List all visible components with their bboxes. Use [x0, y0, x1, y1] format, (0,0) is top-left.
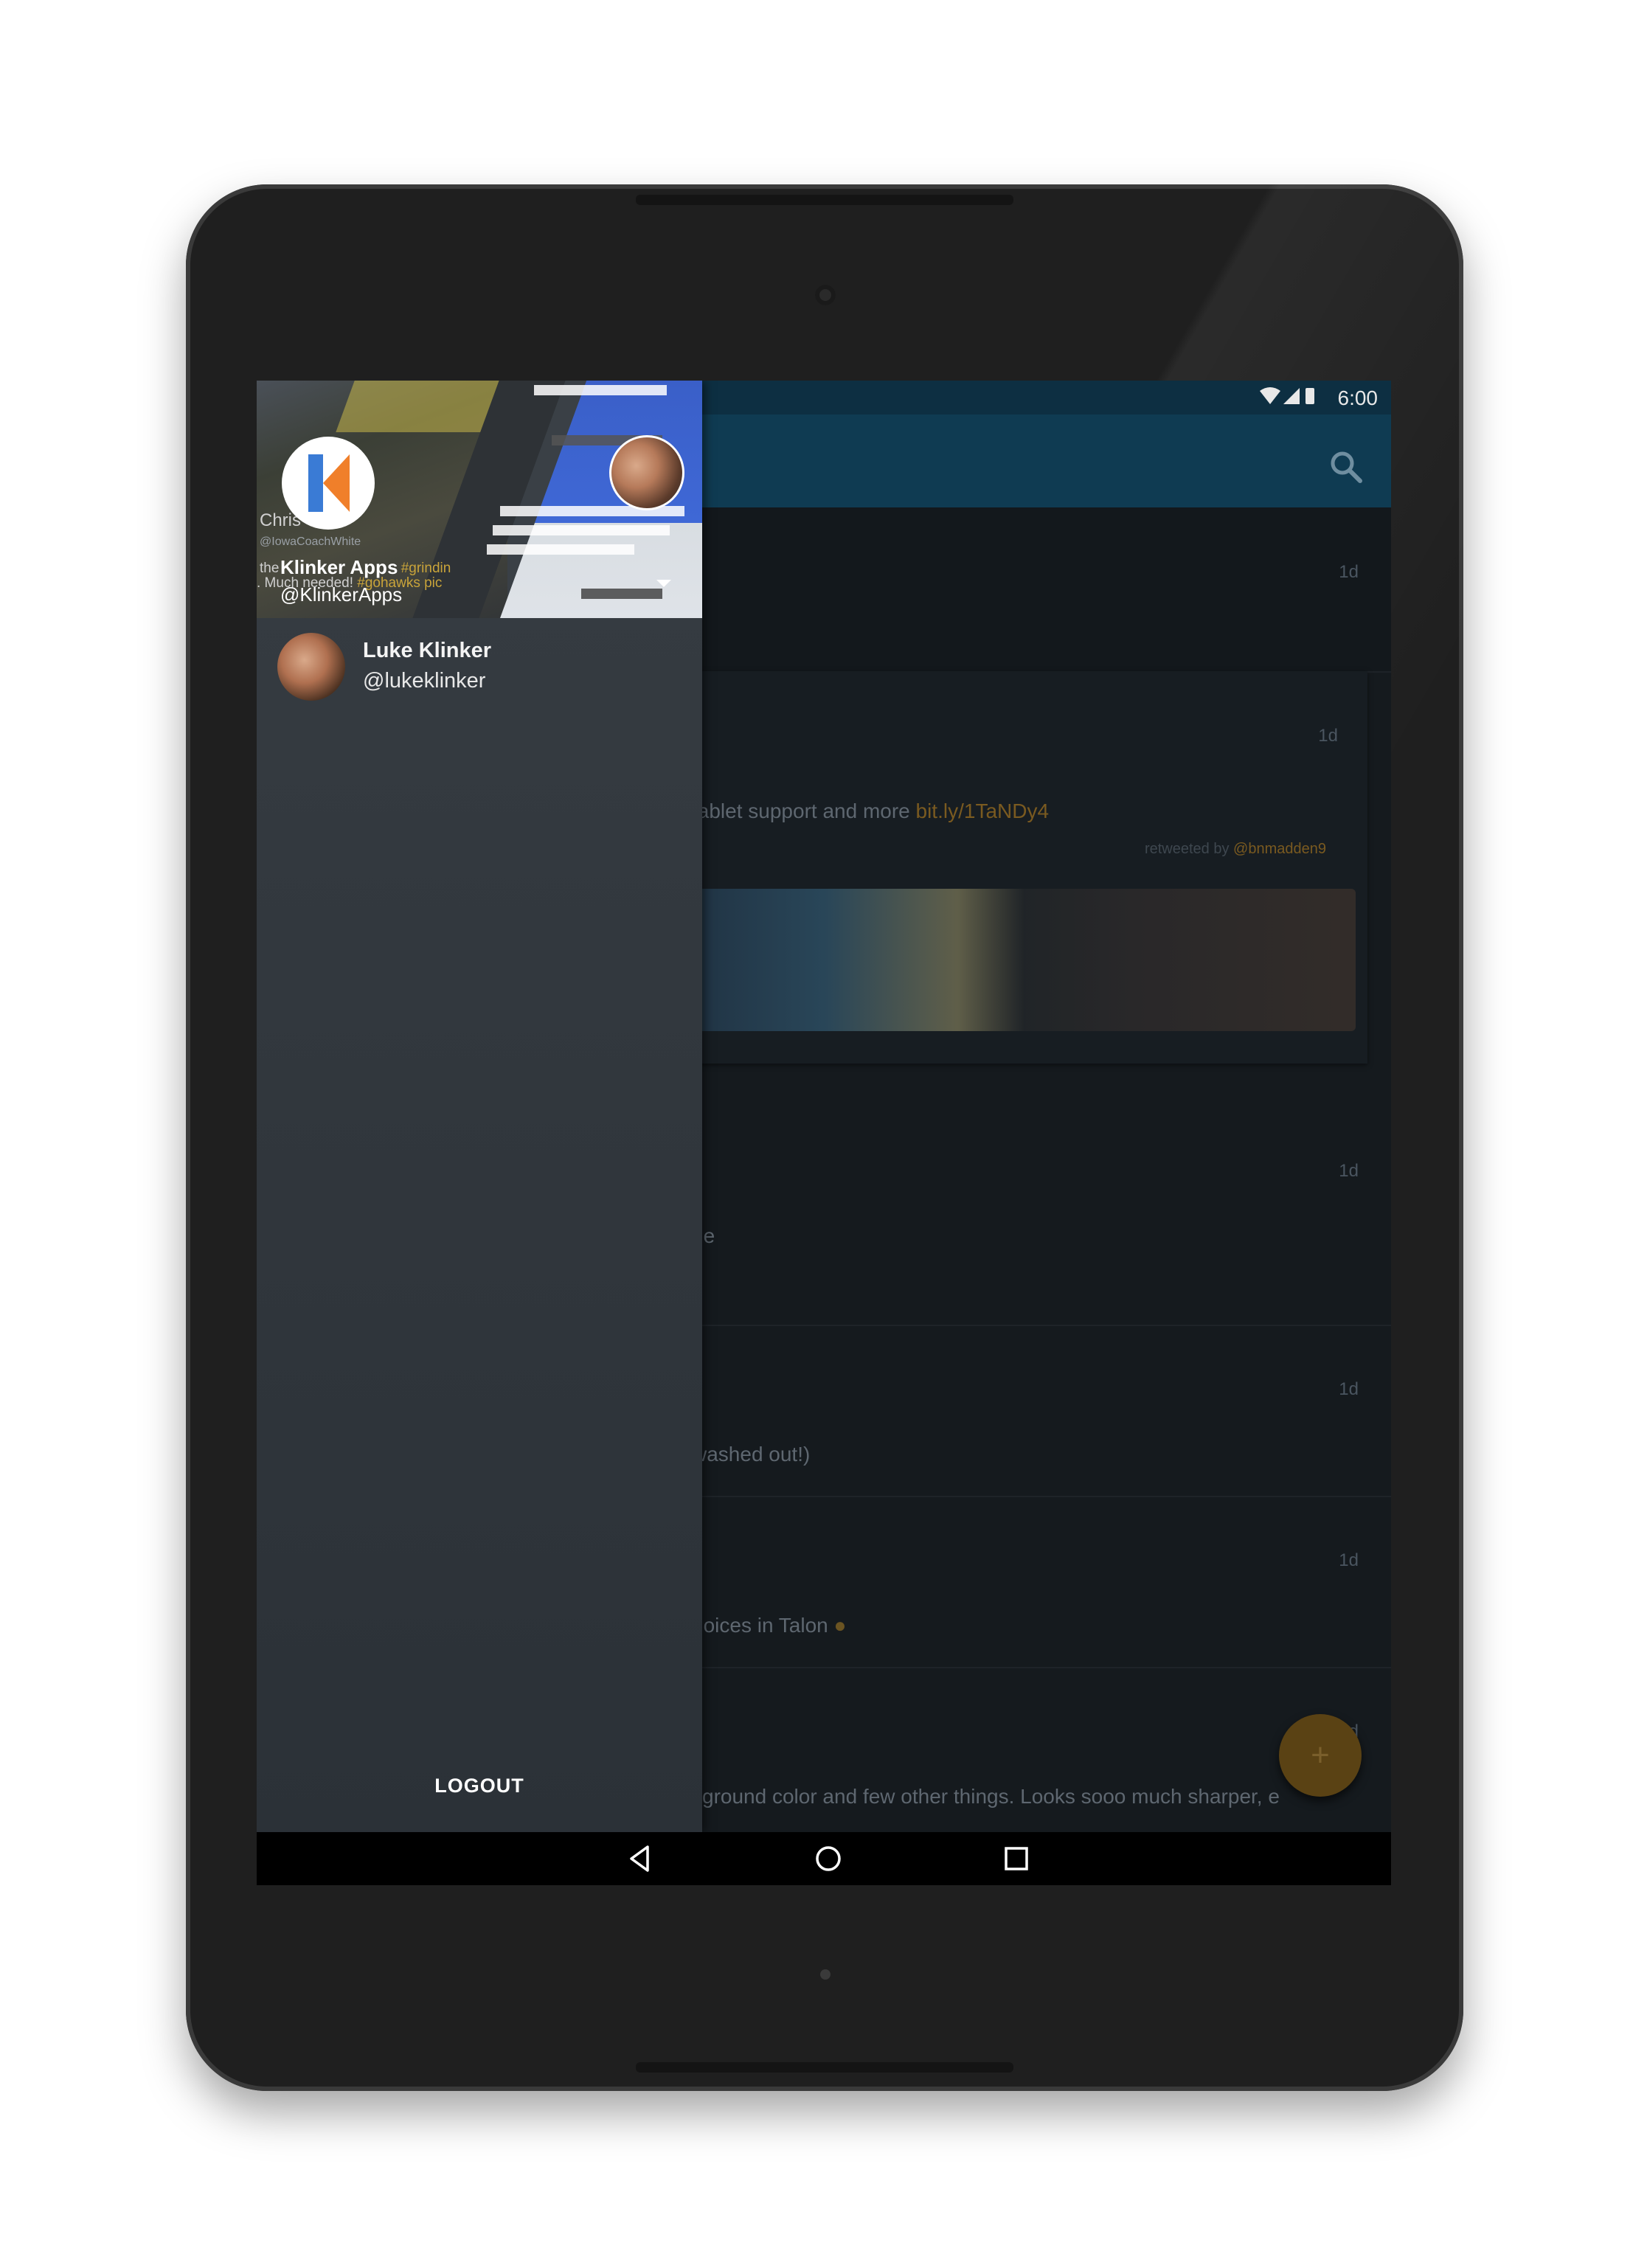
account-switcher-caret-icon[interactable]	[656, 580, 671, 587]
tweet-time: 1d	[1339, 1379, 1359, 1399]
tweet-time: 1d	[1339, 1161, 1359, 1181]
drawer-header[interactable]: Chris @IowaCoachWhite the #grindin . Muc…	[257, 381, 702, 618]
keyboard-key	[534, 385, 667, 395]
logo-k-stem	[308, 454, 323, 512]
retweet-prefix: retweeted by	[1144, 841, 1234, 857]
header-account-handle: @KlinkerApps	[280, 583, 403, 606]
tweet-media-image[interactable]	[692, 889, 1356, 1031]
klinker-apps-logo[interactable]	[282, 437, 375, 530]
status-time: 6:00	[1337, 386, 1379, 409]
navigation-bar	[257, 1832, 1391, 1885]
header-avatar[interactable]	[609, 435, 684, 510]
tweet-text: hoices in Talon ●	[692, 1614, 846, 1637]
tweet-time: 1d	[1318, 726, 1338, 746]
home-icon[interactable]	[814, 1844, 843, 1873]
tweet-time: 1d	[1339, 562, 1359, 582]
header-bg-handle: @IowaCoachWhite	[260, 535, 361, 548]
secondary-account-name: Luke Klinker	[363, 639, 492, 662]
retweeter-handle[interactable]: @bnmadden9	[1233, 841, 1326, 857]
tweet-text-body: hoices in Talon	[692, 1614, 828, 1637]
bottom-sensor	[820, 1969, 831, 1980]
secondary-account-handle: @lukeklinker	[363, 669, 486, 693]
bottom-speaker	[636, 2062, 1013, 2073]
screen: 6:00 1d 1d tablet support and more bit.l…	[257, 381, 1391, 1885]
back-icon[interactable]	[625, 1844, 655, 1873]
recents-icon[interactable]	[1002, 1844, 1031, 1873]
status-icons	[1258, 385, 1317, 412]
emoji-icon: ●	[833, 1614, 847, 1637]
plus-icon: +	[1311, 1737, 1330, 1773]
keyboard-key	[487, 544, 634, 555]
tweet-text-body: tablet support and more	[692, 800, 916, 822]
tweet-time: 1d	[1339, 1550, 1359, 1570]
header-bg-text-1-body: the	[260, 561, 280, 576]
keyboard-key	[493, 525, 670, 535]
search-icon[interactable]	[1328, 448, 1365, 485]
header-bg-hashtag-1: #grindin	[401, 561, 451, 576]
front-camera	[815, 285, 836, 305]
secondary-account-avatar[interactable]	[277, 633, 345, 701]
header-account-name: Klinker Apps	[280, 556, 398, 578]
tweet-text: washed out!)	[692, 1443, 811, 1466]
keyboard-key	[581, 589, 662, 599]
retweet-info: retweeted by @bnmadden9	[1145, 841, 1326, 858]
tweet-link[interactable]: bit.ly/1TaNDy4	[916, 800, 1050, 822]
navigation-drawer: Chris @IowaCoachWhite the #grindin . Muc…	[257, 381, 702, 1832]
logo-k-arrow	[323, 454, 350, 512]
tweet-text: kground color and few other things. Look…	[692, 1785, 1280, 1808]
top-speaker	[636, 195, 1013, 205]
tweet-text: tablet support and more bit.ly/1TaNDy4	[692, 800, 1049, 823]
compose-fab[interactable]: +	[1279, 1714, 1362, 1797]
logout-button[interactable]: LOGOUT	[257, 1775, 702, 1797]
wifi-signal-battery-icon	[1260, 387, 1314, 404]
